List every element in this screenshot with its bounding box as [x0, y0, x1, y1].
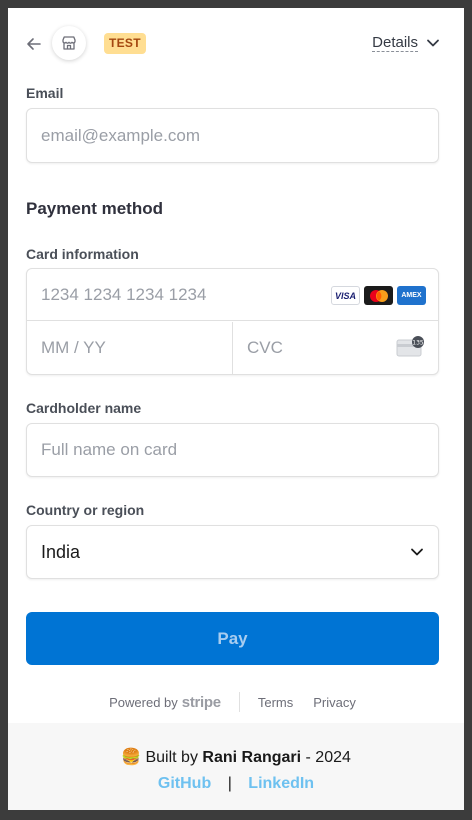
card-brands: VISA AMEX: [331, 286, 426, 305]
built-by-text: Built by: [145, 749, 198, 766]
stripe-logo[interactable]: stripe: [182, 694, 221, 711]
burger-icon: 🍔: [121, 749, 142, 766]
details-label: Details: [372, 34, 418, 52]
card-information-label: Card information: [26, 246, 139, 262]
test-mode-badge: TEST: [104, 33, 146, 54]
terms-link[interactable]: Terms: [258, 695, 293, 710]
checkout-header: TEST Details: [8, 8, 464, 80]
visa-icon: VISA: [331, 286, 360, 305]
divider: [238, 692, 240, 712]
email-label: Email: [26, 85, 64, 101]
powered-by-stripe: Powered by stripe Terms Privacy: [26, 692, 439, 712]
privacy-link[interactable]: Privacy: [313, 695, 356, 710]
expiry-cell: [27, 322, 233, 374]
expiry-input[interactable]: [27, 322, 232, 374]
storefront-icon: [52, 26, 86, 60]
email-field-wrapper: [26, 108, 439, 163]
card-information-group: VISA AMEX: [26, 268, 439, 375]
country-label: Country or region: [26, 502, 145, 518]
footer-credit: 🍔 Built by Rani Rangari - 2024: [8, 747, 464, 767]
cardholder-name-field[interactable]: [27, 424, 438, 476]
amex-icon: AMEX: [397, 286, 426, 305]
checkout-frame: TEST Details Email Payment method Card i…: [8, 8, 464, 810]
link-separator: |: [227, 775, 232, 792]
payment-method-title: Payment method: [26, 199, 163, 218]
chevron-down-icon: [411, 548, 423, 556]
arrow-left-icon[interactable]: [24, 34, 44, 54]
linkedin-link[interactable]: LinkedIn: [248, 775, 314, 792]
details-toggle[interactable]: Details: [372, 34, 440, 52]
country-value: India: [41, 542, 81, 562]
powered-by-text: Powered by: [109, 694, 178, 710]
pay-button[interactable]: Pay: [26, 612, 439, 665]
cvc-card-icon: 135: [396, 336, 424, 357]
cardholder-name-label: Cardholder name: [26, 400, 142, 416]
year-text: - 2024: [305, 749, 351, 766]
cardholder-field-wrapper: [26, 423, 439, 477]
chevron-down-icon: [427, 39, 439, 47]
card-number-row: VISA AMEX: [27, 269, 438, 321]
cvc-cell: 135: [233, 322, 438, 374]
cvc-badge-text: 135: [412, 339, 424, 346]
footer-links: GitHub | LinkedIn: [8, 775, 464, 793]
email-field[interactable]: [27, 109, 438, 162]
author-name: Rani Rangari: [202, 749, 302, 766]
page-footer: 🍔 Built by Rani Rangari - 2024 GitHub | …: [8, 723, 464, 810]
country-select[interactable]: India: [26, 525, 439, 579]
github-link[interactable]: GitHub: [158, 775, 211, 792]
mastercard-icon: [364, 286, 393, 305]
